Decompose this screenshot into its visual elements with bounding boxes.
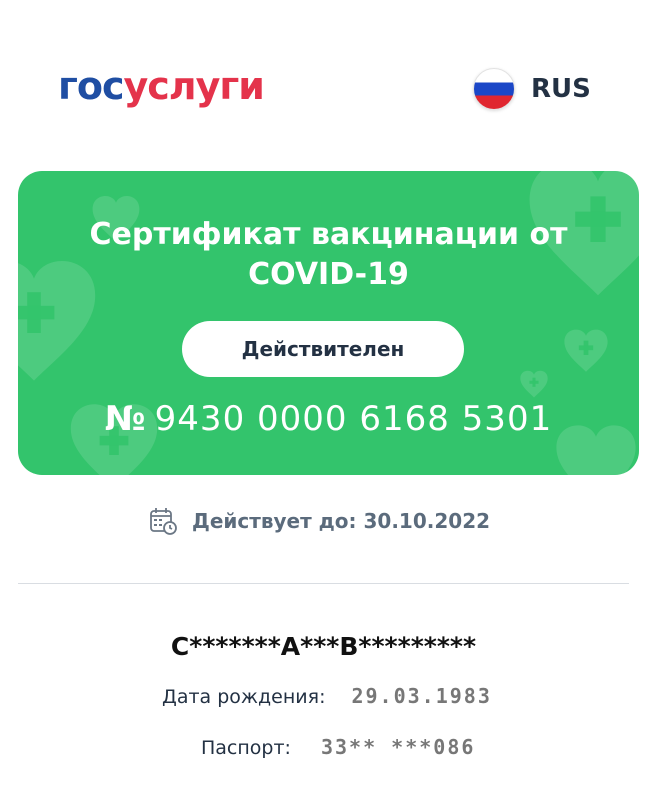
status-badge: Действителен	[182, 321, 464, 377]
birth-date-label: Дата рождения:	[162, 686, 326, 708]
passport-value: 33** ***086	[320, 735, 476, 759]
certificate-title-line1: Сертификат вакцинации от	[89, 217, 568, 252]
certificate-number-value: 9430 0000 6168 5301	[154, 399, 553, 439]
number-sign: №	[104, 399, 147, 439]
passport-label: Паспорт:	[201, 737, 291, 759]
holder-name: С*******А***В*********	[170, 632, 477, 661]
birth-date-value: 29.03.1983	[351, 684, 492, 708]
gosuslugi-logo: госуслуги	[58, 64, 265, 108]
logo-part-uslugi: услуги	[123, 64, 265, 108]
language-switcher[interactable]: RUS	[473, 68, 591, 110]
certificate-title-line2: COVID-19	[248, 257, 409, 292]
validity-text: Действует до: 30.10.2022	[192, 509, 491, 533]
certificate-title: Сертификат вакцинации от COVID-19	[18, 215, 639, 295]
divider	[18, 583, 629, 584]
certificate-number: № 9430 0000 6168 5301	[18, 399, 639, 439]
birth-date-row: Дата рождения: 29.03.1983	[162, 684, 492, 708]
validity-info: Действует до: 30.10.2022	[148, 506, 490, 536]
certificate-card: Сертификат вакцинации от COVID-19 Действ…	[18, 171, 639, 475]
logo-part-gos: гос	[58, 64, 124, 108]
calendar-clock-icon	[150, 508, 177, 535]
heart-plus-icon	[564, 329, 608, 372]
language-label: RUS	[531, 74, 591, 104]
heart-plus-icon	[520, 370, 548, 398]
passport-row: Паспорт: 33** ***086	[201, 735, 475, 759]
russia-flag-icon	[473, 68, 515, 110]
